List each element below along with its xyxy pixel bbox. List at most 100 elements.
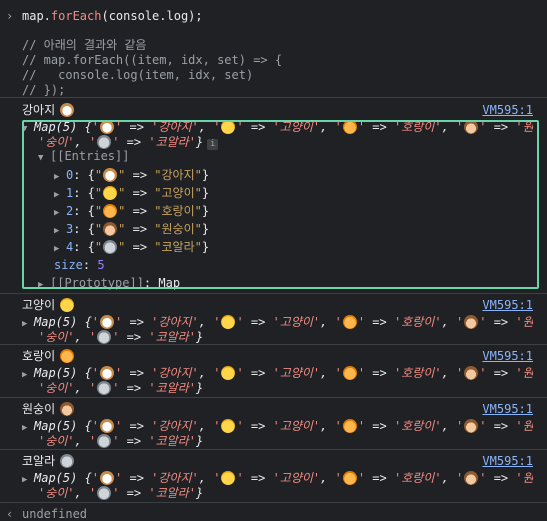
monkey-face-emoji bbox=[59, 402, 74, 416]
map-prefix: Map(5) { bbox=[34, 366, 92, 380]
map-summary-line-wrap: '숭이', ' ' => '코알라'} bbox=[38, 432, 533, 450]
tiger-face-emoji bbox=[342, 419, 357, 433]
comma: , bbox=[74, 381, 89, 395]
divider bbox=[0, 502, 547, 503]
quote: ' bbox=[236, 366, 244, 380]
map-value-string: '고양이' bbox=[272, 366, 321, 380]
log-label: 원숭이 bbox=[22, 400, 75, 418]
comma: , bbox=[441, 471, 457, 485]
expand-arrow-icon[interactable]: ▶ bbox=[22, 419, 34, 437]
quote: ' bbox=[91, 419, 100, 433]
arrow: => bbox=[122, 471, 152, 485]
koala-face-emoji bbox=[97, 486, 112, 500]
quote: ' bbox=[88, 486, 97, 500]
quote: ' bbox=[456, 471, 464, 485]
comma: , bbox=[74, 330, 89, 344]
arrow: => bbox=[119, 434, 149, 448]
source-link[interactable]: VM595:1 bbox=[482, 452, 533, 470]
comma: , bbox=[74, 486, 89, 500]
dog-face-emoji bbox=[100, 366, 115, 380]
cat-face-emoji bbox=[221, 315, 236, 329]
arrow: => bbox=[365, 419, 394, 433]
arrow: => bbox=[365, 366, 394, 380]
comma: , bbox=[441, 366, 457, 380]
arrow: => bbox=[243, 471, 273, 485]
cat-face-emoji bbox=[221, 471, 236, 485]
log-label: 호랑이 bbox=[22, 347, 75, 365]
map-value-string: '원숭이' bbox=[515, 471, 533, 485]
comma: , bbox=[320, 471, 335, 485]
map-value-string: '코알라' bbox=[148, 330, 196, 344]
arrow: => bbox=[119, 381, 149, 395]
map-value-string: '숭이' bbox=[38, 434, 75, 448]
arrow: => bbox=[243, 315, 273, 329]
map-value-string: '원숭이' bbox=[515, 315, 533, 329]
tiger-face-emoji bbox=[59, 349, 74, 363]
arrow: => bbox=[119, 486, 149, 500]
divider bbox=[0, 97, 547, 98]
console-input[interactable]: map.forEach(console.log); bbox=[22, 7, 203, 25]
log-label-text: 강아지 bbox=[22, 103, 59, 117]
log-label: 고양이 bbox=[22, 296, 75, 314]
source-link[interactable]: VM595:1 bbox=[482, 101, 533, 119]
log-label-text: 호랑이 bbox=[22, 349, 59, 363]
map-summary-line-wrap: '숭이', ' ' => '코알라'} bbox=[38, 484, 533, 502]
koala-face-emoji bbox=[97, 330, 112, 344]
arrow: => bbox=[365, 471, 394, 485]
log-label-text: 고양이 bbox=[22, 298, 59, 312]
monkey-face-emoji bbox=[464, 366, 479, 380]
monkey-face-emoji bbox=[464, 315, 479, 329]
quote: ' bbox=[357, 366, 366, 380]
map-prefix: Map(5) { bbox=[34, 471, 92, 485]
comma: , bbox=[320, 419, 335, 433]
map-value-string: '원숭이' bbox=[515, 366, 533, 380]
expand-arrow-icon[interactable]: ▶ bbox=[22, 471, 34, 489]
map-value-string: '고양이' bbox=[272, 471, 321, 485]
log-label: 코알라 bbox=[22, 452, 75, 470]
arrow: => bbox=[486, 366, 516, 380]
comma: , bbox=[198, 315, 214, 329]
arrow: => bbox=[122, 419, 152, 433]
divider bbox=[0, 449, 547, 450]
cat-face-emoji bbox=[221, 419, 236, 433]
log-label-text: 코알라 bbox=[22, 454, 59, 468]
map-value-string: '호랑이' bbox=[393, 366, 442, 380]
comma: , bbox=[441, 419, 457, 433]
map-value-string: '숭이' bbox=[38, 486, 75, 500]
log-label: 강아지 bbox=[22, 101, 75, 119]
tiger-face-emoji bbox=[342, 315, 357, 329]
input-method: forEach bbox=[50, 9, 102, 23]
arrow: => bbox=[486, 471, 516, 485]
map-close: } bbox=[195, 330, 204, 344]
comma: , bbox=[320, 366, 335, 380]
quote: ' bbox=[88, 330, 97, 344]
source-link[interactable]: VM595:1 bbox=[482, 347, 533, 365]
arrow: => bbox=[119, 330, 149, 344]
map-value-string: '호랑이' bbox=[393, 315, 442, 329]
cat-face-emoji bbox=[59, 298, 74, 312]
tiger-face-emoji bbox=[342, 366, 357, 380]
arrow: => bbox=[122, 315, 152, 329]
source-link[interactable]: VM595:1 bbox=[482, 296, 533, 314]
quote: ' bbox=[236, 419, 244, 433]
koala-face-emoji bbox=[97, 434, 112, 448]
arrow: => bbox=[122, 366, 152, 380]
input-prompt-chevron: › bbox=[6, 9, 14, 23]
quote: ' bbox=[88, 434, 97, 448]
expand-arrow-icon[interactable]: ▶ bbox=[22, 366, 34, 384]
input-args: (console.log); bbox=[101, 9, 203, 23]
quote: ' bbox=[334, 471, 342, 485]
quote: ' bbox=[456, 419, 464, 433]
expand-arrow-icon[interactable]: ▶ bbox=[22, 315, 34, 333]
arrow: => bbox=[486, 419, 516, 433]
source-link[interactable]: VM595:1 bbox=[482, 400, 533, 418]
quote: ' bbox=[91, 366, 100, 380]
quote: ' bbox=[334, 366, 342, 380]
map-value-string: '숭이' bbox=[38, 330, 75, 344]
map-close: } bbox=[195, 381, 204, 395]
quote: ' bbox=[357, 315, 366, 329]
map-value-string: '고양이' bbox=[272, 419, 321, 433]
map-value-string: '코알라' bbox=[148, 434, 196, 448]
map-value-string: '코알라' bbox=[148, 381, 196, 395]
map-value-string: '강아지' bbox=[151, 471, 199, 485]
